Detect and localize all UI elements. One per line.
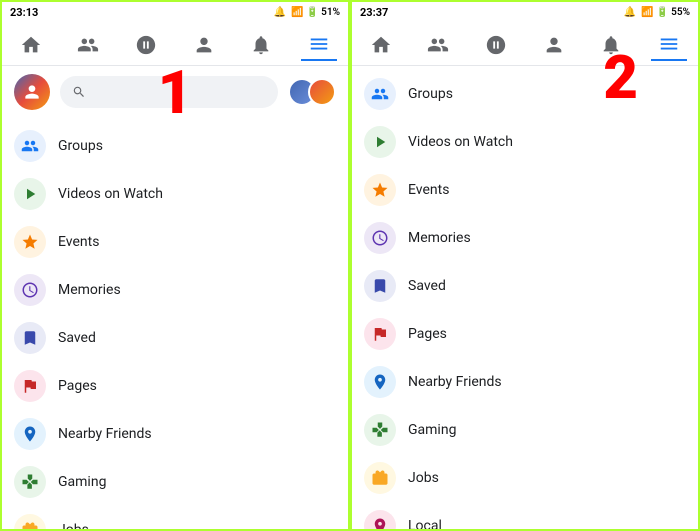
- menu-events-1[interactable]: Events: [2, 218, 348, 266]
- pages-label-2: Pages: [408, 326, 447, 342]
- menu-jobs-1[interactable]: Jobs: [2, 506, 348, 529]
- menu-saved-1[interactable]: Saved: [2, 314, 348, 362]
- nearby-label-2: Nearby Friends: [408, 374, 502, 390]
- menu-videos-2[interactable]: Videos on Watch: [352, 118, 698, 166]
- nav-profile-1[interactable]: [186, 29, 222, 61]
- menu-nearby-2[interactable]: Nearby Friends: [352, 358, 698, 406]
- menu-events-2[interactable]: Events: [352, 166, 698, 214]
- nav-groups-2[interactable]: [478, 29, 514, 61]
- nav-bar-2: [352, 23, 698, 66]
- menu-videos-1[interactable]: Videos on Watch: [2, 170, 348, 218]
- nav-bar-1: [2, 23, 348, 66]
- pages-label-1: Pages: [58, 378, 97, 394]
- corner-avatar-b: [308, 78, 336, 106]
- nearby-icon-2: [364, 366, 396, 398]
- jobs-label-2: Jobs: [408, 470, 439, 486]
- profile-row-1: [2, 66, 348, 118]
- saved-icon-1: [14, 322, 46, 354]
- saved-icon-2: [364, 270, 396, 302]
- events-label-2: Events: [408, 182, 449, 198]
- menu-saved-2[interactable]: Saved: [352, 262, 698, 310]
- nav-notifications-1[interactable]: [243, 29, 279, 61]
- menu-groups-2[interactable]: Groups: [352, 70, 698, 118]
- pages-icon-2: [364, 318, 396, 350]
- menu-jobs-2[interactable]: Jobs: [352, 454, 698, 502]
- status-icons-2: 🔔 📶 🔋 55%: [624, 7, 690, 18]
- menu-pages-2[interactable]: Pages: [352, 310, 698, 358]
- jobs-icon-2: [364, 462, 396, 494]
- gaming-icon-1: [14, 466, 46, 498]
- events-icon-2: [364, 174, 396, 206]
- menu-list-2: Groups Videos on Watch Events Memories S…: [352, 66, 698, 529]
- corner-avatars-1: [288, 78, 336, 106]
- menu-groups-1[interactable]: Groups: [2, 122, 348, 170]
- gaming-label-2: Gaming: [408, 422, 456, 438]
- nearby-label-1: Nearby Friends: [58, 426, 152, 442]
- panel-1: 23:13 🔔 📶 🔋 51%: [0, 0, 350, 531]
- videos-label-1: Videos on Watch: [58, 186, 163, 202]
- status-bar-2: 23:37 🔔 📶 🔋 55%: [352, 2, 698, 23]
- menu-local-2[interactable]: Local: [352, 502, 698, 529]
- menu-pages-1[interactable]: Pages: [2, 362, 348, 410]
- menu-gaming-1[interactable]: Gaming: [2, 458, 348, 506]
- events-label-1: Events: [58, 234, 99, 250]
- pages-icon-1: [14, 370, 46, 402]
- status-bar-1: 23:13 🔔 📶 🔋 51%: [2, 2, 348, 23]
- videos-icon-1: [14, 178, 46, 210]
- saved-label-2: Saved: [408, 278, 446, 294]
- jobs-label-1: Jobs: [58, 522, 89, 529]
- events-icon-1: [14, 226, 46, 258]
- menu-gaming-2[interactable]: Gaming: [352, 406, 698, 454]
- menu-memories-2[interactable]: Memories: [352, 214, 698, 262]
- local-icon-2: [364, 510, 396, 529]
- search-bar-1[interactable]: [60, 76, 278, 108]
- time-1: 23:13: [10, 6, 38, 19]
- gaming-label-1: Gaming: [58, 474, 106, 490]
- status-icons-1: 🔔 📶 🔋 51%: [274, 7, 340, 18]
- nav-notifications-2[interactable]: [593, 29, 629, 61]
- nav-profile-2[interactable]: [536, 29, 572, 61]
- time-2: 23:37: [360, 6, 388, 19]
- nav-friends-1[interactable]: [70, 29, 106, 61]
- gaming-icon-2: [364, 414, 396, 446]
- saved-label-1: Saved: [58, 330, 96, 346]
- memories-label-2: Memories: [408, 230, 471, 246]
- avatar-1[interactable]: [14, 74, 50, 110]
- nav-menu-1[interactable]: [301, 29, 337, 61]
- local-label-2: Local: [408, 518, 442, 529]
- jobs-icon-1: [14, 514, 46, 529]
- memories-label-1: Memories: [58, 282, 121, 298]
- nav-groups-1[interactable]: [128, 29, 164, 61]
- menu-nearby-1[interactable]: Nearby Friends: [2, 410, 348, 458]
- groups-label-1: Groups: [58, 138, 103, 154]
- panel-2: 23:37 🔔 📶 🔋 55% 2 Groups: [350, 0, 700, 531]
- nav-friends-2[interactable]: [420, 29, 456, 61]
- groups-label-2: Groups: [408, 86, 453, 102]
- menu-memories-1[interactable]: Memories: [2, 266, 348, 314]
- nearby-icon-1: [14, 418, 46, 450]
- nav-menu-2[interactable]: [651, 29, 687, 61]
- memories-icon-2: [364, 222, 396, 254]
- menu-list-1: Groups Videos on Watch Events Memories S…: [2, 118, 348, 529]
- groups-icon-1: [14, 130, 46, 162]
- memories-icon-1: [14, 274, 46, 306]
- videos-label-2: Videos on Watch: [408, 134, 513, 150]
- videos-icon-2: [364, 126, 396, 158]
- nav-home-1[interactable]: [13, 29, 49, 61]
- groups-icon-2: [364, 78, 396, 110]
- nav-home-2[interactable]: [363, 29, 399, 61]
